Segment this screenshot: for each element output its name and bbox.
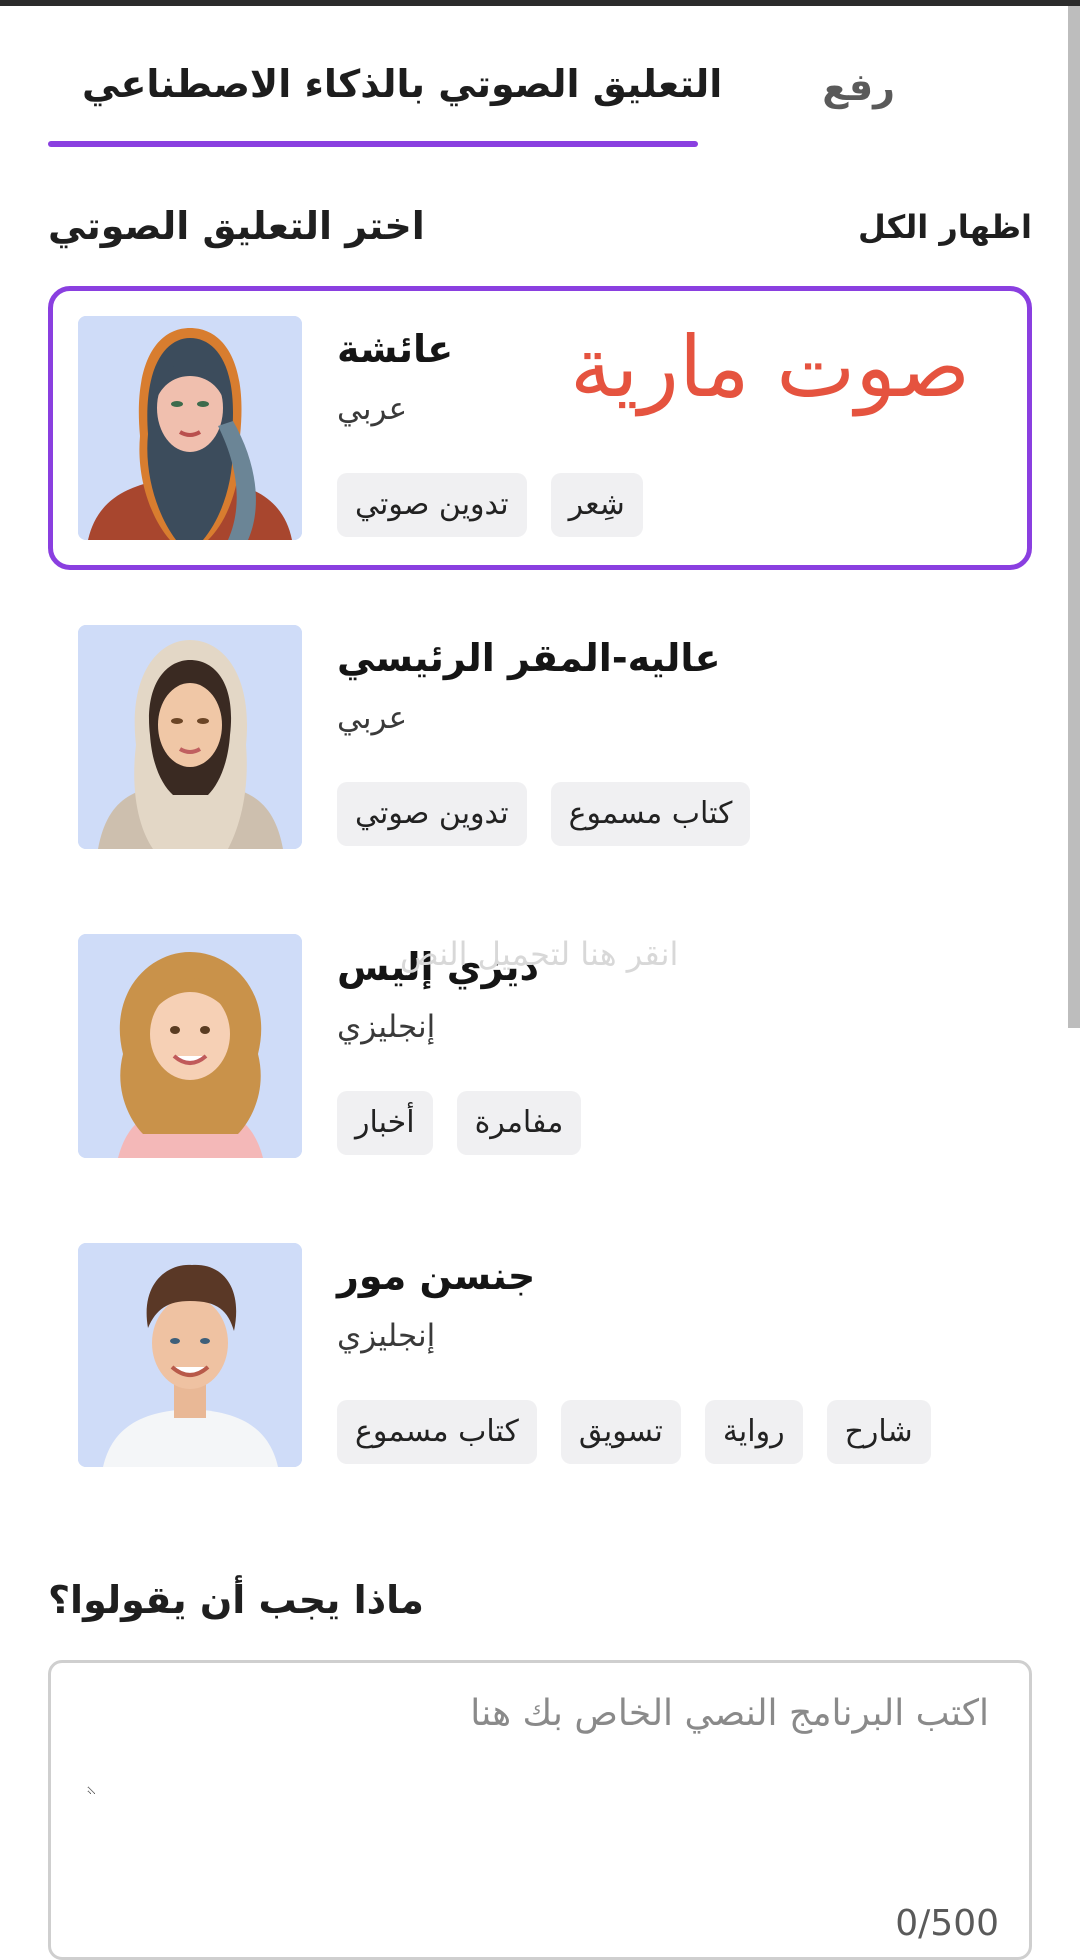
script-prompt-label: ماذا يجب أن يقولوا؟ [48,1578,424,1622]
avatar-daisy [78,934,302,1158]
scrollbar[interactable] [1068,6,1080,1028]
tab-upload[interactable]: رفع [822,65,895,109]
top-status-bar [0,0,1080,6]
tag-chip[interactable]: مفامرة [456,1091,582,1155]
active-tab-indicator [48,141,698,147]
voice-tags: كتاب مسموع تسويق رواية شارح [337,1400,931,1464]
voice-language: عربي [337,700,408,736]
voice-tags: أخبار مفامرة [337,1091,582,1155]
voice-name: عائشة [337,327,454,371]
tag-chip[interactable]: رواية [704,1400,803,1464]
voice-name: عاليه-المقر الرئيسي [337,636,721,680]
tag-chip[interactable]: تدوين صوتي [337,473,527,537]
avatar-aisha [78,316,302,540]
tag-chip[interactable]: تسويق [560,1400,681,1464]
section-title: اختر التعليق الصوتي [48,204,425,248]
voice-language: إنجليزي [337,1009,436,1045]
tag-chip[interactable]: كتاب مسموع [550,782,751,846]
voice-language: عربي [337,391,408,427]
avatar-aliya [78,625,302,849]
voice-tags: تدوين صوتي كتاب مسموع [337,782,751,846]
tag-chip[interactable]: شارح [826,1400,931,1464]
tag-chip[interactable]: كتاب مسموع [337,1400,537,1464]
voice-card-jensen[interactable]: جنسن مور إنجليزي كتاب مسموع تسويق رواية … [48,1213,1032,1497]
tab-ai-voiceover[interactable]: التعليق الصوتي بالذكاء الاصطناعي [82,62,722,106]
tag-chip[interactable]: تدوين صوتي [337,782,527,846]
voice-tags: تدوين صوتي شِعر [337,473,643,537]
tag-chip[interactable]: أخبار [337,1091,433,1155]
script-textarea-box[interactable]: 0/500 [48,1660,1032,1960]
tag-chip[interactable]: شِعر [550,473,643,537]
upload-hint-text: انقر هنا لتحميل النص [400,935,679,973]
voice-caption-overlay: صوت مارية [570,318,971,416]
voice-name: جنسن مور [337,1254,536,1298]
voice-card-aliya[interactable]: عاليه-المقر الرئيسي عربي تدوين صوتي كتاب… [48,595,1032,879]
avatar-jensen [78,1243,302,1467]
show-all-link[interactable]: اظهار الكل [858,208,1032,246]
character-counter: 0/500 [895,1903,999,1944]
script-input[interactable] [87,1691,991,1795]
voice-language: إنجليزي [337,1318,436,1354]
